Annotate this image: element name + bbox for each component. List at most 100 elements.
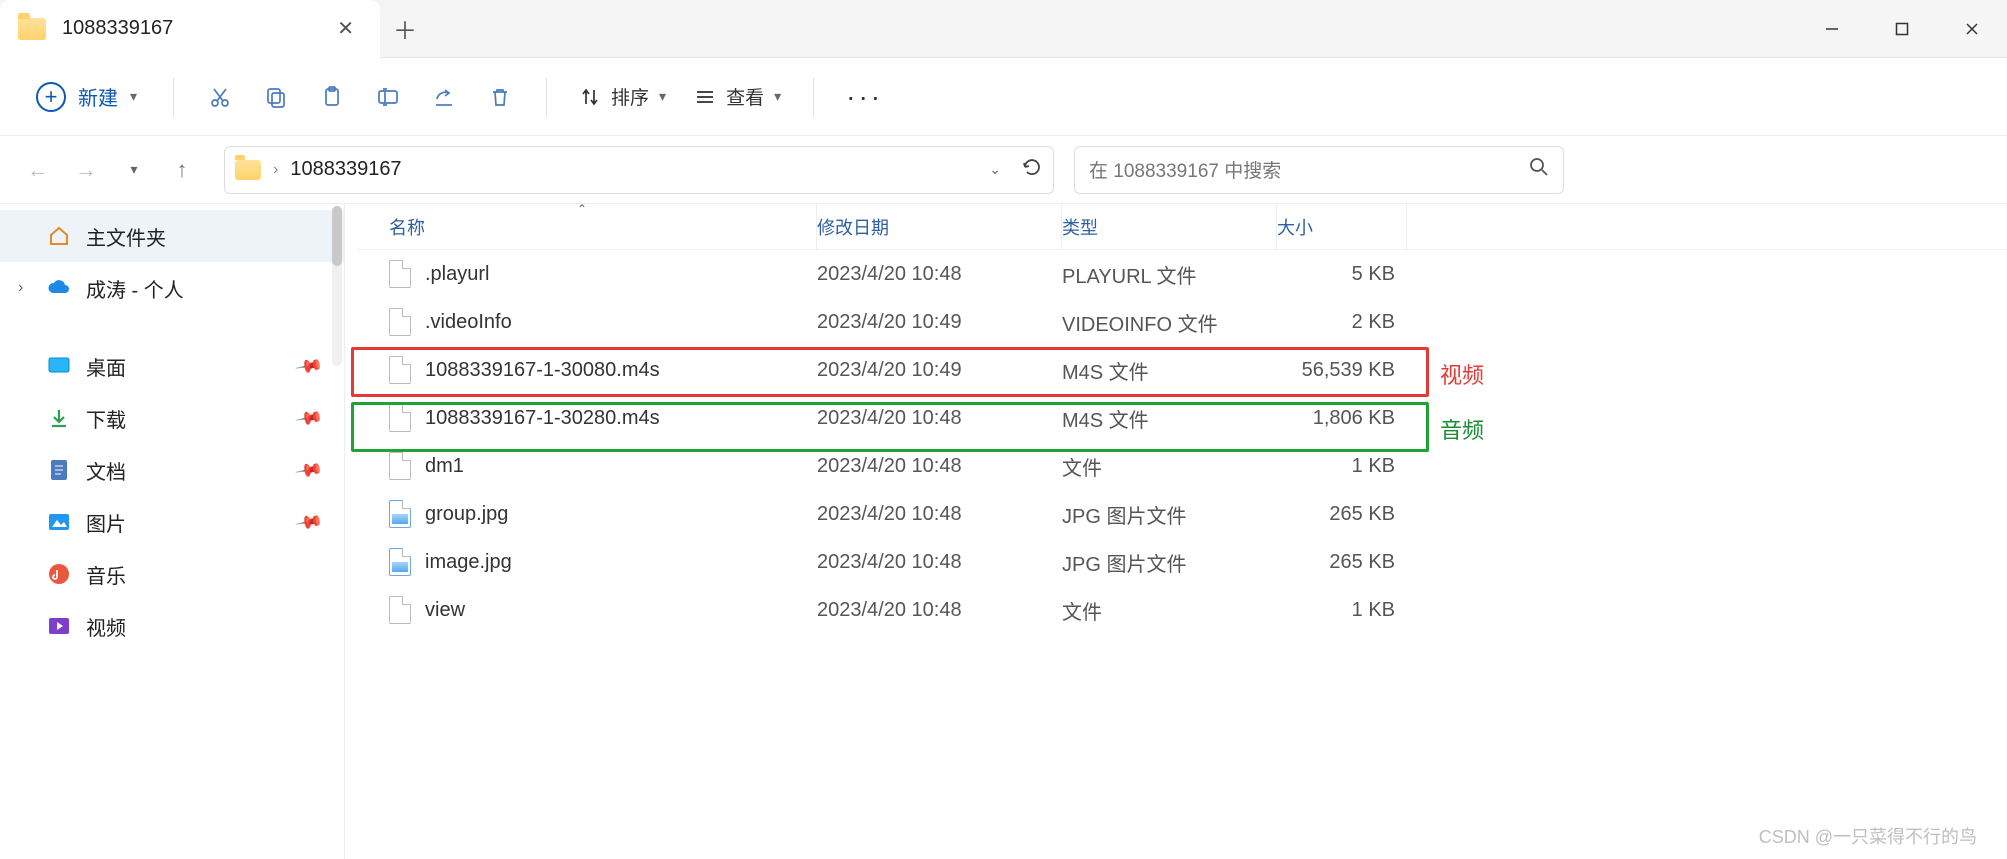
sort-button[interactable]: 排序 ▾: [569, 75, 676, 118]
file-list: ⌃名称 修改日期 类型 大小 .playurl2023/4/20 10:48PL…: [345, 204, 2007, 859]
sidebar-item-desktop[interactable]: 桌面 📌: [0, 340, 344, 392]
file-type: PLAYURL 文件: [1062, 260, 1277, 289]
file-type: JPG 图片文件: [1062, 500, 1277, 529]
file-row[interactable]: 1088339167-1-30080.m4s2023/4/20 10:49M4S…: [357, 346, 2007, 394]
sidebar-item-music[interactable]: 音乐: [0, 548, 344, 600]
sidebar-item-home[interactable]: 主文件夹: [0, 210, 344, 262]
refresh-button[interactable]: [1021, 156, 1043, 183]
separator: [173, 77, 174, 117]
file-type: VIDEOINFO 文件: [1062, 308, 1277, 337]
cut-button[interactable]: [196, 73, 244, 121]
column-name[interactable]: ⌃名称: [357, 204, 817, 249]
file-type: 文件: [1062, 596, 1277, 625]
file-name: 1088339167-1-30080.m4s: [425, 359, 660, 382]
file-name: dm1: [425, 455, 464, 478]
file-row[interactable]: view 2023/4/20 10:48文件1 KB: [357, 586, 2007, 634]
file-date: 2023/4/20 10:48: [817, 455, 1062, 478]
file-row[interactable]: 1088339167-1-30280.m4s2023/4/20 10:48M4S…: [357, 394, 2007, 442]
file-size: 1,806 KB: [1277, 407, 1407, 430]
picture-icon: [46, 509, 72, 535]
sidebar-item-label: 桌面: [86, 352, 126, 381]
download-icon: [46, 405, 72, 431]
minimize-button[interactable]: [1797, 0, 1867, 58]
file-row[interactable]: .videoInfo2023/4/20 10:49VIDEOINFO 文件2 K…: [357, 298, 2007, 346]
sidebar-item-label: 音乐: [86, 560, 126, 589]
chevron-right-icon[interactable]: ›: [18, 279, 23, 297]
sidebar-item-pictures[interactable]: 图片 📌: [0, 496, 344, 548]
sidebar-item-documents[interactable]: 文档 📌: [0, 444, 344, 496]
share-button[interactable]: [420, 73, 468, 121]
new-button[interactable]: + 新建 ▾: [22, 74, 151, 120]
file-type: M4S 文件: [1062, 356, 1277, 385]
view-button[interactable]: 查看 ▾: [684, 75, 791, 118]
active-tab[interactable]: 1088339167 ✕: [0, 0, 380, 58]
chevron-right-icon: ›: [273, 161, 278, 179]
paste-button[interactable]: [308, 73, 356, 121]
sort-indicator-icon: ⌃: [577, 202, 587, 216]
search-box[interactable]: 在 1088339167 中搜索: [1074, 146, 1564, 194]
delete-button[interactable]: [476, 73, 524, 121]
music-icon: [46, 561, 72, 587]
sidebar-item-onedrive[interactable]: › 成涛 - 个人: [0, 262, 344, 314]
sidebar-item-label: 文档: [86, 456, 126, 485]
file-row[interactable]: dm12023/4/20 10:48文件1 KB: [357, 442, 2007, 490]
pin-icon: 📌: [294, 351, 324, 381]
file-icon: [389, 260, 411, 288]
file-name: view: [425, 599, 465, 622]
sidebar-scrollbar-thumb[interactable]: [332, 206, 342, 266]
new-tab-button[interactable]: ＋: [380, 11, 430, 46]
more-button[interactable]: ···: [836, 81, 893, 113]
forward-button[interactable]: →: [66, 150, 106, 190]
desktop-icon: [46, 353, 72, 379]
sidebar-item-label: 成涛 - 个人: [86, 274, 184, 303]
file-name: 1088339167-1-30280.m4s: [425, 407, 660, 430]
file-size: 5 KB: [1277, 263, 1407, 286]
file-icon: [389, 356, 411, 384]
sidebar: 主文件夹 › 成涛 - 个人 桌面 📌 下载 📌 文档 📌 图片 📌: [0, 204, 345, 859]
file-icon: [389, 596, 411, 624]
file-date: 2023/4/20 10:49: [817, 311, 1062, 334]
sidebar-item-label: 主文件夹: [86, 222, 166, 251]
tab-title: 1088339167: [62, 17, 315, 40]
copy-button[interactable]: [252, 73, 300, 121]
column-type[interactable]: 类型: [1062, 204, 1277, 249]
file-row[interactable]: .playurl2023/4/20 10:48PLAYURL 文件5 KB: [357, 250, 2007, 298]
sort-icon: [579, 86, 601, 108]
title-bar: 1088339167 ✕ ＋: [0, 0, 2007, 58]
pin-icon: 📌: [294, 455, 324, 485]
sidebar-item-label: 视频: [86, 612, 126, 641]
document-icon: [46, 457, 72, 483]
annotation-audio: 音频: [1440, 413, 1484, 445]
recent-locations-button[interactable]: ▾: [114, 150, 154, 190]
file-name: group.jpg: [425, 503, 508, 526]
chevron-down-icon: ▾: [774, 88, 781, 105]
column-headers: ⌃名称 修改日期 类型 大小: [357, 204, 2007, 250]
cloud-icon: [46, 275, 72, 301]
pin-icon: 📌: [294, 403, 324, 433]
toolbar: + 新建 ▾ 排序 ▾ 查看 ▾ ···: [0, 58, 2007, 136]
back-button[interactable]: ←: [18, 150, 58, 190]
file-icon: [389, 404, 411, 432]
file-date: 2023/4/20 10:48: [817, 503, 1062, 526]
column-size[interactable]: 大小: [1277, 204, 1407, 249]
file-type: M4S 文件: [1062, 404, 1277, 433]
address-bar[interactable]: › 1088339167 ⌄: [224, 146, 1054, 194]
chevron-down-icon[interactable]: ⌄: [989, 161, 1001, 178]
file-row[interactable]: image.jpg2023/4/20 10:48JPG 图片文件265 KB: [357, 538, 2007, 586]
sort-label: 排序: [611, 83, 649, 110]
sidebar-item-videos[interactable]: 视频: [0, 600, 344, 652]
maximize-button[interactable]: [1867, 0, 1937, 58]
file-size: 56,539 KB: [1277, 359, 1407, 382]
sidebar-item-downloads[interactable]: 下载 📌: [0, 392, 344, 444]
file-date: 2023/4/20 10:48: [817, 599, 1062, 622]
up-button[interactable]: ↑: [162, 150, 202, 190]
column-date[interactable]: 修改日期: [817, 204, 1062, 249]
file-size: 1 KB: [1277, 599, 1407, 622]
close-tab-button[interactable]: ✕: [331, 10, 360, 47]
close-window-button[interactable]: [1937, 0, 2007, 58]
window-controls: [1797, 0, 2007, 58]
separator: [813, 77, 814, 117]
sidebar-item-label: 下载: [86, 404, 126, 433]
file-row[interactable]: group.jpg2023/4/20 10:48JPG 图片文件265 KB: [357, 490, 2007, 538]
rename-button[interactable]: [364, 73, 412, 121]
